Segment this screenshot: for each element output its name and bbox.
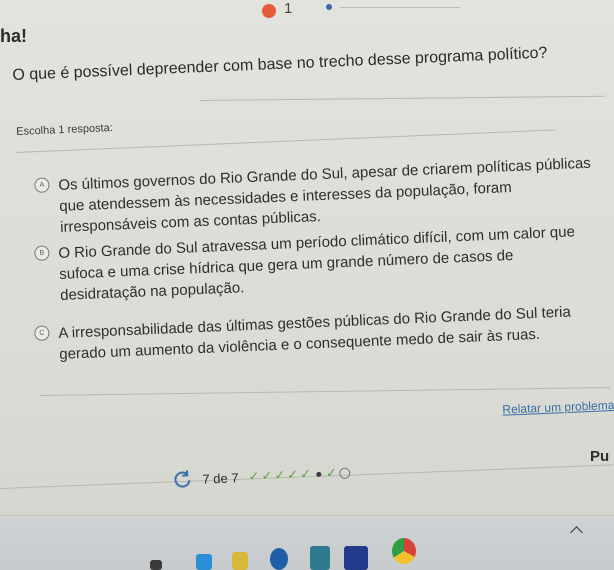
streak-icon [262,4,276,18]
divider [0,515,614,516]
option-c[interactable]: C A irresponsabilidade das últimas gestõ… [34,301,595,366]
option-c-text: A irresponsabilidade das últimas gestões… [58,303,572,363]
check-icon: ✓ [325,465,338,481]
progress-indicator: 7 de 7 ✓ ✓ ✓ ✓ ✓ ✓ [172,463,351,490]
header-fragment: ha! [0,26,27,46]
check-icon: ✓ [299,466,312,482]
folder-icon[interactable] [196,554,212,570]
current-step-icon [315,471,322,477]
check-icon: ✓ [273,467,286,483]
radio-a-icon[interactable]: A [34,177,50,193]
chrome-icon[interactable] [392,538,416,564]
app-icon[interactable] [232,552,248,570]
progress-steps: ✓ ✓ ✓ ✓ ✓ ✓ [248,465,351,485]
next-button[interactable]: Pu [590,448,609,465]
screen: ha! 1 O que é possível depreender com ba… [0,0,614,570]
taskbar [0,518,614,570]
file-icon[interactable] [150,560,162,570]
instruction-label: Escolha 1 resposta: [16,121,114,138]
progress-dot-icon [326,4,332,10]
divider [200,95,605,101]
check-icon: ✓ [261,467,273,484]
app-icon[interactable] [270,548,288,570]
check-icon: ✓ [286,466,299,483]
store-icon[interactable] [310,546,330,570]
top-divider [340,7,460,8]
chevron-up-icon[interactable] [570,526,583,539]
radio-b-icon[interactable]: B [34,245,50,261]
refresh-icon[interactable] [172,469,193,490]
question-text: O que é possível depreender com base no … [12,44,548,84]
report-problem-link[interactable]: Relatar um problema [502,398,614,417]
progress-count: 7 de 7 [202,469,239,487]
check-icon: ✓ [248,468,260,484]
divider [40,387,610,396]
app-icon[interactable] [344,546,368,570]
pending-step-icon [338,467,351,479]
progress-number: 1 [284,0,293,17]
radio-c-icon[interactable]: C [34,325,50,341]
